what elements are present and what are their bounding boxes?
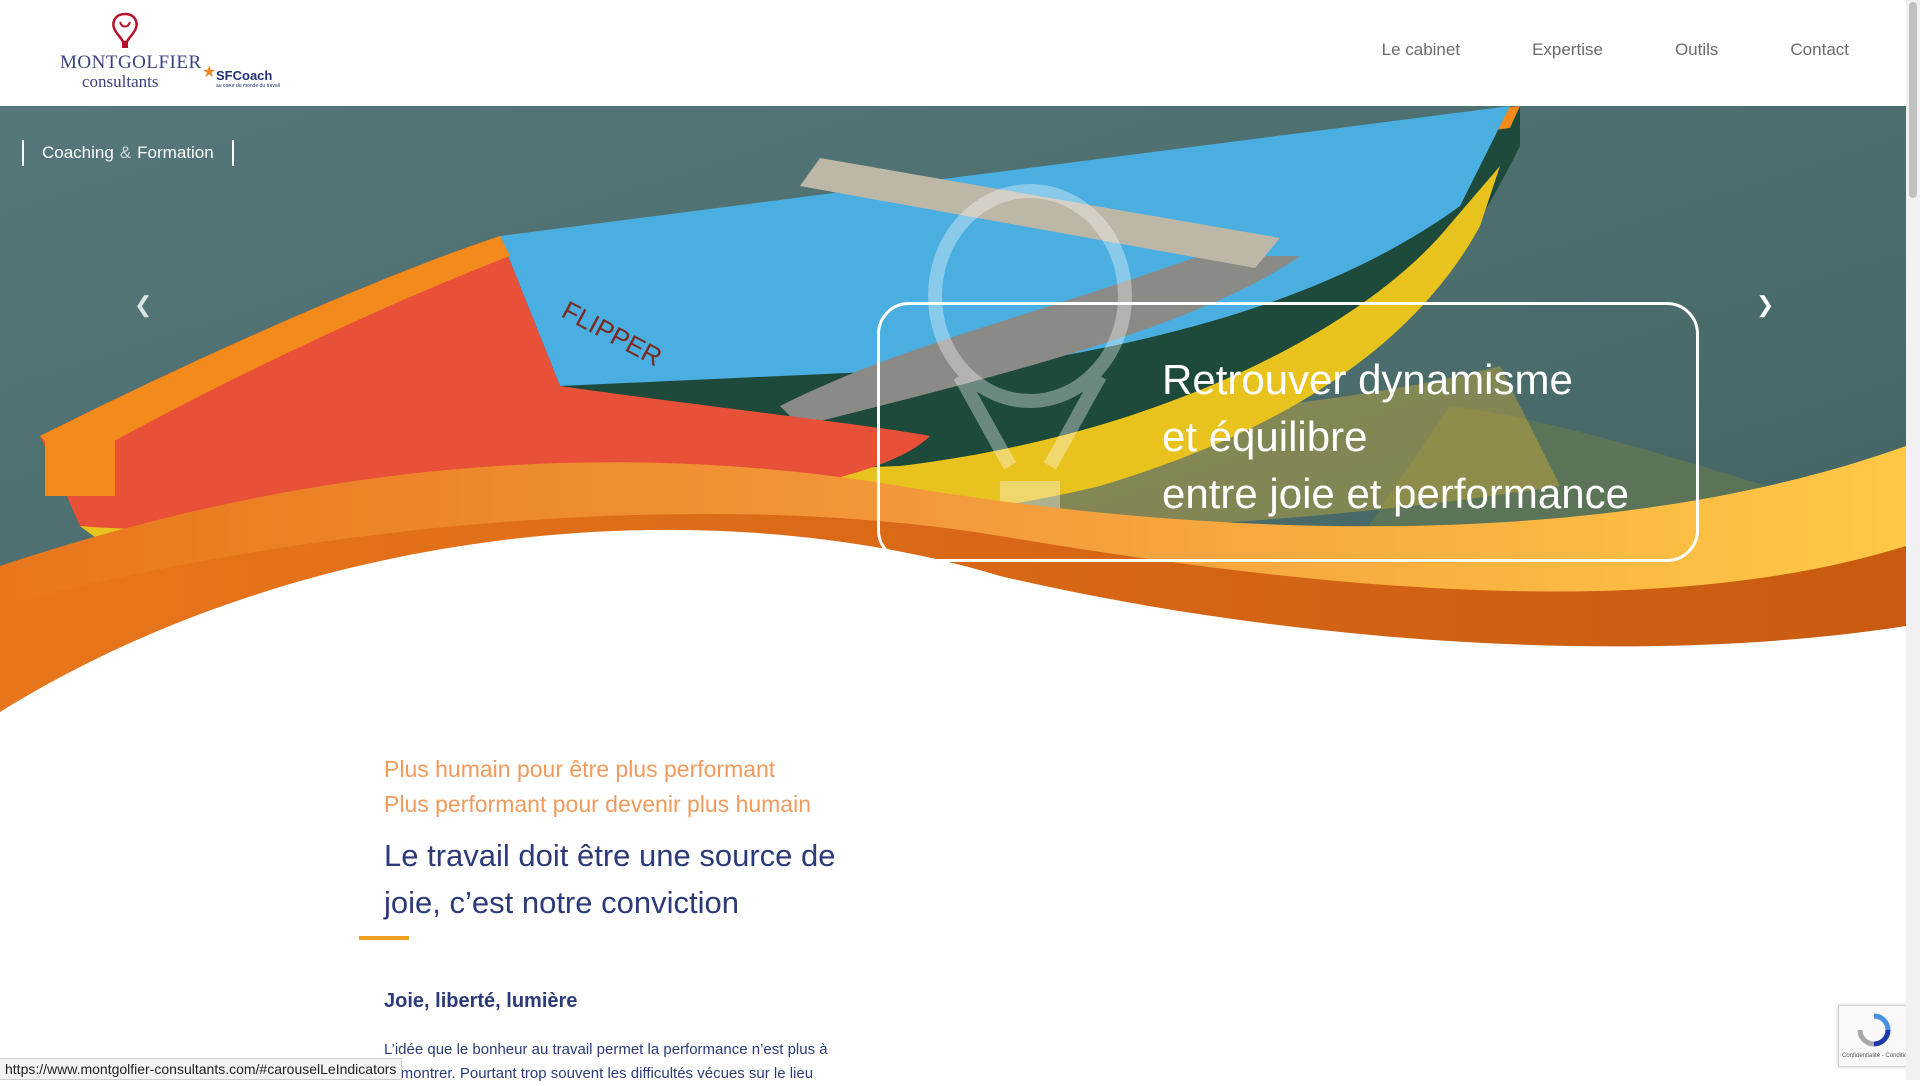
intro-paragraph: L’idée que le bonheur au travail permet … — [384, 1041, 828, 1082]
logo-brand-text: MONTGOLFIER — [60, 52, 202, 73]
tagline-2: Plus performant pour devenir plus humain — [384, 791, 812, 817]
badge-amp-text: & — [119, 143, 132, 162]
chevron-left-icon: ❮ — [134, 292, 153, 317]
hero-caption-text: Retrouver dynamisme et équilibre entre j… — [1162, 351, 1629, 522]
nav-item-le-cabinet[interactable]: Le cabinet — [1382, 40, 1460, 60]
nav-item-outils[interactable]: Outils — [1675, 40, 1718, 60]
tagline-1: Plus humain pour être plus performant — [384, 756, 776, 782]
badge-coaching-text: Coaching — [42, 143, 114, 162]
recaptcha-icon — [1857, 1013, 1891, 1047]
hero-caption-box: Retrouver dynamisme et équilibre entre j… — [877, 302, 1699, 562]
coaching-formation-badge: Coaching & Formation — [22, 140, 234, 166]
sfcoach-logo[interactable]: ★ SFCoach au cœur du monde du travail — [202, 64, 282, 90]
page-scrollbar[interactable] — [1906, 0, 1920, 1080]
carousel-prev-button[interactable]: ❮ — [134, 292, 152, 318]
intro-section: Plus humain pour être plus performant Pl… — [359, 752, 864, 1082]
carousel-next-button[interactable]: ❯ — [1756, 292, 1774, 318]
accent-rule — [359, 936, 409, 940]
montgolfier-logo[interactable]: MONTGOLFIER consultants — [60, 12, 201, 92]
chevron-right-icon: ❯ — [1756, 292, 1775, 317]
balloon-icon — [112, 12, 138, 48]
main-nav: Le cabinet Expertise Outils Contact — [1310, 40, 1906, 60]
hero-caption-line: et équilibre — [1162, 413, 1368, 460]
hero-caption-line: entre joie et performance — [1162, 470, 1629, 517]
hero-carousel: FLIPPER Coaching & Formation ❮ ❯ Retrouv… — [0, 106, 1906, 712]
headline: Le travail doit être une source de joie,… — [384, 838, 836, 920]
logo-sub-text: consultants — [82, 72, 159, 91]
section-title: Joie, liberté, lumière — [384, 990, 578, 1012]
recaptcha-badge[interactable]: Confidentialité - Conditions — [1838, 1005, 1914, 1067]
sfcoach-logo-text: SFCoach — [216, 68, 273, 83]
nav-item-contact[interactable]: Contact — [1790, 40, 1849, 60]
hero-caption-line: Retrouver dynamisme — [1162, 356, 1573, 403]
site-header: MONTGOLFIER consultants ★ SFCoach au cœu… — [0, 0, 1906, 106]
nav-item-expertise[interactable]: Expertise — [1532, 40, 1603, 60]
recaptcha-label[interactable]: Confidentialité - Conditions — [1842, 1053, 1914, 1059]
browser-status-bar: https://www.montgolfier-consultants.com/… — [0, 1058, 403, 1080]
scrollbar-thumb[interactable] — [1909, 2, 1917, 198]
sfcoach-tagline: au cœur du monde du travail — [216, 83, 280, 89]
badge-formation-text: Formation — [137, 143, 214, 162]
star-icon: ★ — [202, 64, 217, 81]
